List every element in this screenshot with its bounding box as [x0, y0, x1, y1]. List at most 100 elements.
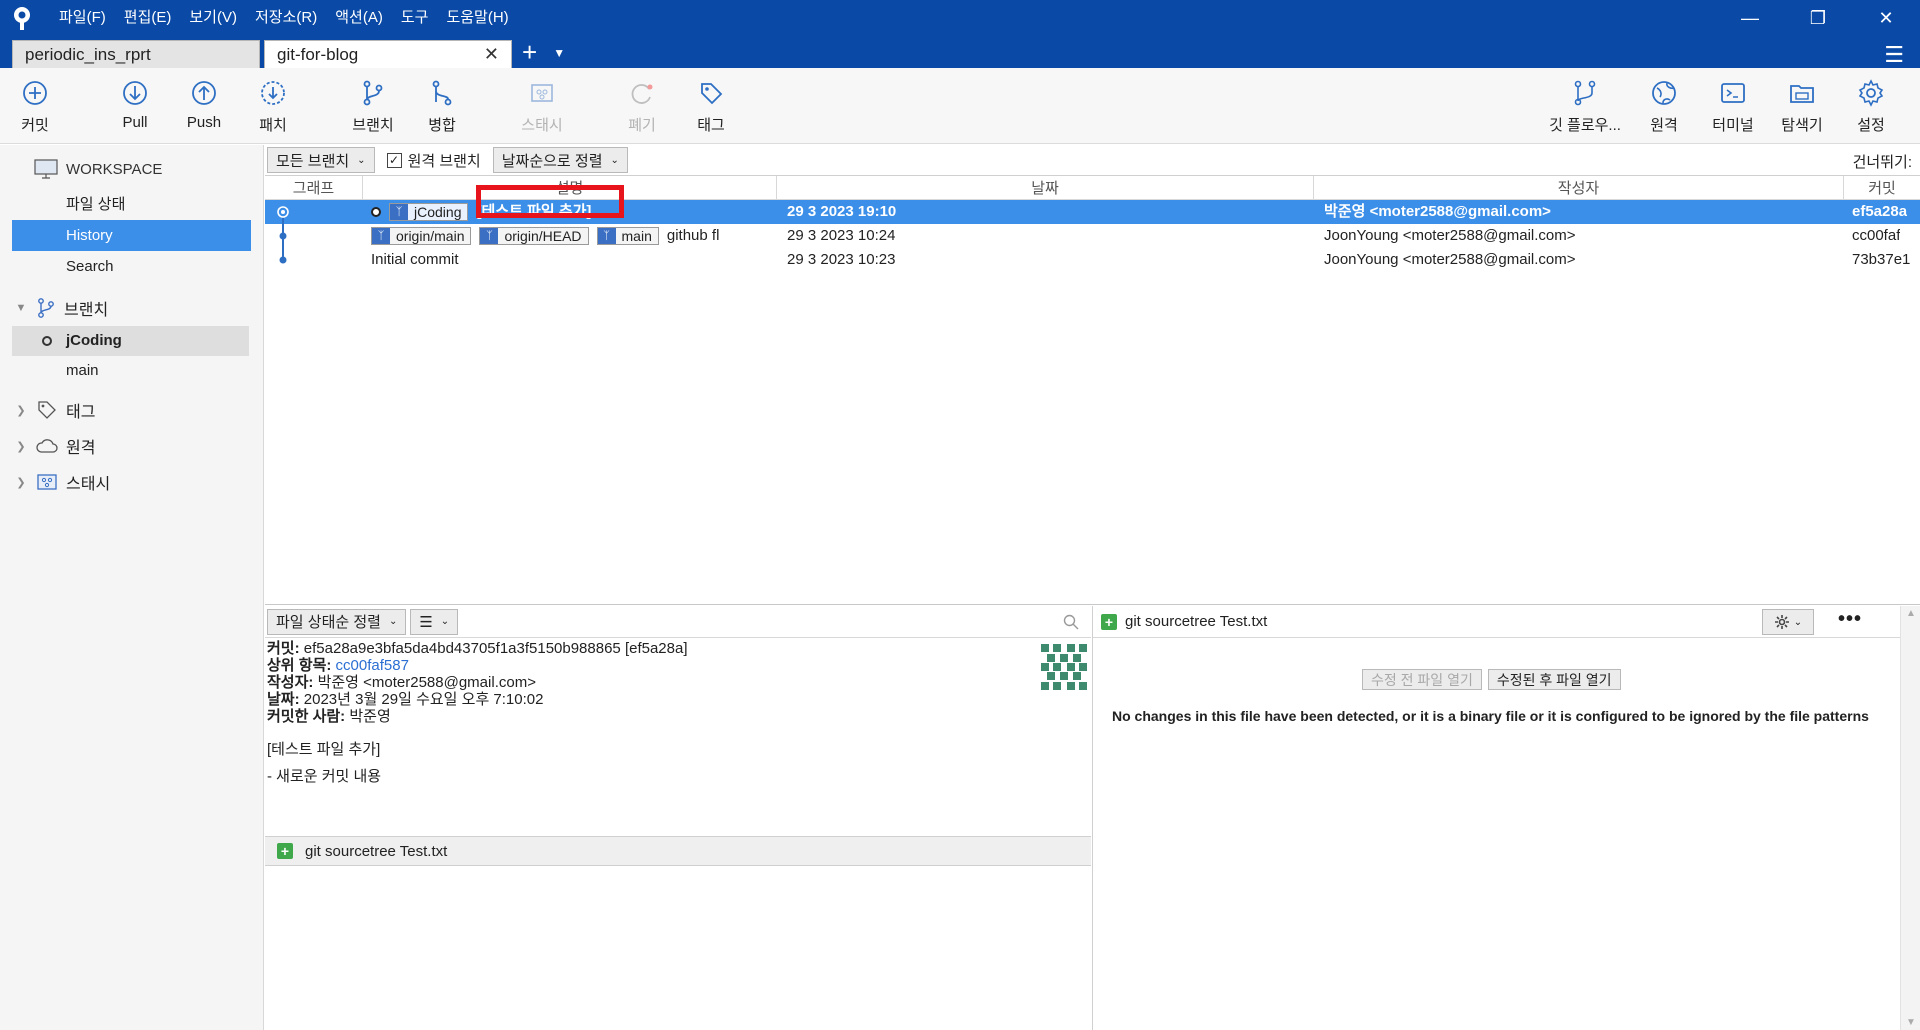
merge-button[interactable]: 병합: [407, 78, 477, 135]
sidebar-group-tags[interactable]: ❯ 태그: [0, 392, 263, 428]
chevron-down-icon: ⌄: [440, 616, 450, 627]
branch-ref[interactable]: ᛉ origin/HEAD: [479, 227, 589, 246]
stash-button[interactable]: 스태시: [507, 78, 577, 135]
add-tab-button[interactable]: +: [522, 38, 537, 66]
open-after-file-button[interactable]: 수정된 후 파일 열기: [1487, 669, 1621, 690]
terminal-button[interactable]: 터미널: [1698, 78, 1768, 135]
sidebar-group-stashes[interactable]: ❯ 스태시: [0, 464, 263, 500]
column-author[interactable]: 작성자: [1314, 176, 1844, 199]
discard-button[interactable]: 폐기: [607, 78, 677, 135]
sidebar-group-remotes[interactable]: ❯ 원격: [0, 428, 263, 464]
folder-icon: [1790, 85, 1814, 103]
sidebar-group-branches[interactable]: ▼ 브랜치: [0, 290, 263, 326]
gitflow-icon: [1574, 80, 1596, 106]
pull-button[interactable]: Pull: [100, 78, 170, 131]
menu-actions[interactable]: 액션(A): [326, 0, 392, 36]
menu-view[interactable]: 보기(V): [180, 0, 246, 36]
commit-message-line: - 새로운 커밋 내용: [267, 768, 382, 785]
stash-icon: [531, 84, 553, 102]
gitflow-button[interactable]: 깃 플로우...: [1549, 78, 1621, 135]
branch-icon: ᛉ: [597, 228, 616, 245]
chevron-right-icon[interactable]: ❯: [14, 440, 28, 453]
chevron-down-icon[interactable]: ▼: [14, 302, 28, 314]
branch-icon: [38, 298, 54, 318]
patch-button[interactable]: 패치: [238, 78, 308, 135]
push-button[interactable]: Push: [169, 78, 239, 131]
remote-branch-checkbox[interactable]: ✓ 원격 브랜치: [386, 150, 481, 171]
restore-button[interactable]: ❐: [1784, 0, 1852, 36]
patch-label: 패치: [259, 117, 287, 134]
branch-ref[interactable]: ᛉ jCoding: [389, 203, 469, 222]
title-bar: 파일(F) 편집(E) 보기(V) 저장소(R) 액션(A) 도구 도움말(H)…: [0, 0, 1920, 36]
sidebar-item-history[interactable]: History: [12, 220, 251, 251]
diff-options-dropdown[interactable]: ⌄: [1762, 609, 1814, 635]
menu-repository[interactable]: 저장소(R): [246, 0, 326, 36]
branch-button[interactable]: 브랜치: [338, 78, 408, 135]
gear-icon: [1858, 79, 1884, 107]
settings-button[interactable]: 설정: [1836, 78, 1906, 135]
detail-label: 작성자:: [267, 674, 314, 691]
diff-open-buttons: 수정 전 파일 열기 수정된 후 파일 열기: [1362, 669, 1621, 690]
explorer-label: 탐색기: [1781, 117, 1823, 134]
pull-label: Pull: [122, 114, 148, 131]
parent-commit-link[interactable]: cc00faf587: [336, 657, 409, 674]
pane-splitter[interactable]: [1092, 606, 1093, 1030]
commit-author: JoonYoung <moter2588@gmail.com>: [1324, 251, 1576, 268]
open-before-file-button[interactable]: 수정 전 파일 열기: [1362, 669, 1482, 690]
search-icon[interactable]: [1063, 614, 1079, 630]
sidebar-item-branch-main[interactable]: main: [0, 356, 263, 386]
column-commit[interactable]: 커밋: [1844, 176, 1920, 199]
branch-filter-dropdown[interactable]: 모든 브랜치 ⌄: [267, 147, 375, 173]
checkbox-checked-icon[interactable]: ✓: [386, 152, 402, 168]
changed-file-row[interactable]: + git sourcetree Test.txt: [265, 836, 1091, 866]
sidebar-item-branch-jcoding[interactable]: jCoding: [12, 326, 249, 356]
column-graph[interactable]: 그래프: [265, 176, 363, 199]
stash-label: 스태시: [521, 117, 563, 134]
monitor-icon: [34, 159, 58, 179]
detail-value: 박준영: [349, 708, 391, 725]
detail-value: 2023년 3월 29일 수요일 오후 7:10:02: [303, 691, 544, 708]
diff-file-name: git sourcetree Test.txt: [1125, 613, 1268, 630]
close-window-button[interactable]: ✕: [1852, 0, 1920, 36]
sidebar-item-search[interactable]: Search: [0, 251, 263, 282]
menu-help[interactable]: 도움말(H): [437, 0, 517, 36]
sidebar-item-file-status[interactable]: 파일 상태: [0, 189, 263, 220]
graph-node-icon: [279, 242, 287, 264]
detail-label: 상위 항목:: [267, 657, 332, 674]
branch-ref[interactable]: ᛉ origin/main: [371, 227, 472, 246]
tab-git-for-blog[interactable]: git-for-blog ✕: [264, 40, 512, 68]
menu-tools[interactable]: 도구: [392, 0, 438, 36]
more-options-icon[interactable]: •••: [1838, 608, 1862, 631]
hamburger-menu-icon[interactable]: ☰: [1884, 42, 1904, 68]
branch-ref[interactable]: ᛉ main: [596, 227, 659, 246]
tag-button[interactable]: 태그: [676, 78, 746, 135]
view-mode-dropdown[interactable]: ☰ ⌄: [410, 608, 459, 635]
dropdown-value: 모든 브랜치: [276, 152, 350, 170]
explorer-button[interactable]: 탐색기: [1767, 78, 1837, 135]
minimize-button[interactable]: —: [1716, 0, 1784, 36]
menu-file[interactable]: 파일(F): [50, 0, 115, 36]
scroll-down-icon[interactable]: ▼: [1906, 1017, 1916, 1028]
menu-edit[interactable]: 편집(E): [115, 0, 181, 36]
table-row[interactable]: Initial commit 29 3 2023 10:23 JoonYoung…: [265, 242, 1920, 272]
chevron-down-icon[interactable]: ▼: [553, 46, 565, 60]
chevron-down-icon: ⌄: [610, 154, 619, 166]
chevron-right-icon[interactable]: ❯: [14, 476, 28, 489]
scrollbar[interactable]: ▲ ▼: [1900, 606, 1920, 1030]
sort-dropdown[interactable]: 날짜순으로 정렬 ⌄: [492, 147, 628, 173]
arrow-down-circle-icon: [123, 81, 147, 105]
file-added-icon: +: [1101, 613, 1117, 630]
discard-label: 폐기: [628, 117, 656, 134]
close-icon[interactable]: ✕: [484, 44, 499, 65]
chevron-right-icon[interactable]: ❯: [14, 404, 28, 417]
column-date[interactable]: 날짜: [777, 176, 1314, 199]
branch-icon: ᛉ: [390, 204, 408, 221]
scroll-up-icon[interactable]: ▲: [1906, 608, 1916, 619]
ref-label: jCoding: [414, 204, 462, 221]
remote-button[interactable]: 원격: [1629, 78, 1699, 135]
file-sort-dropdown[interactable]: 파일 상태순 정렬 ⌄: [267, 608, 407, 635]
commit-button[interactable]: 커밋: [0, 78, 70, 135]
tag-icon: [701, 83, 723, 105]
table-row[interactable]: ᛉ origin/main ᛉ origin/HEAD ᛉ main github fl 2…: [265, 218, 1920, 254]
tab-periodic-ins-rprt[interactable]: periodic_ins_rprt: [12, 40, 260, 68]
